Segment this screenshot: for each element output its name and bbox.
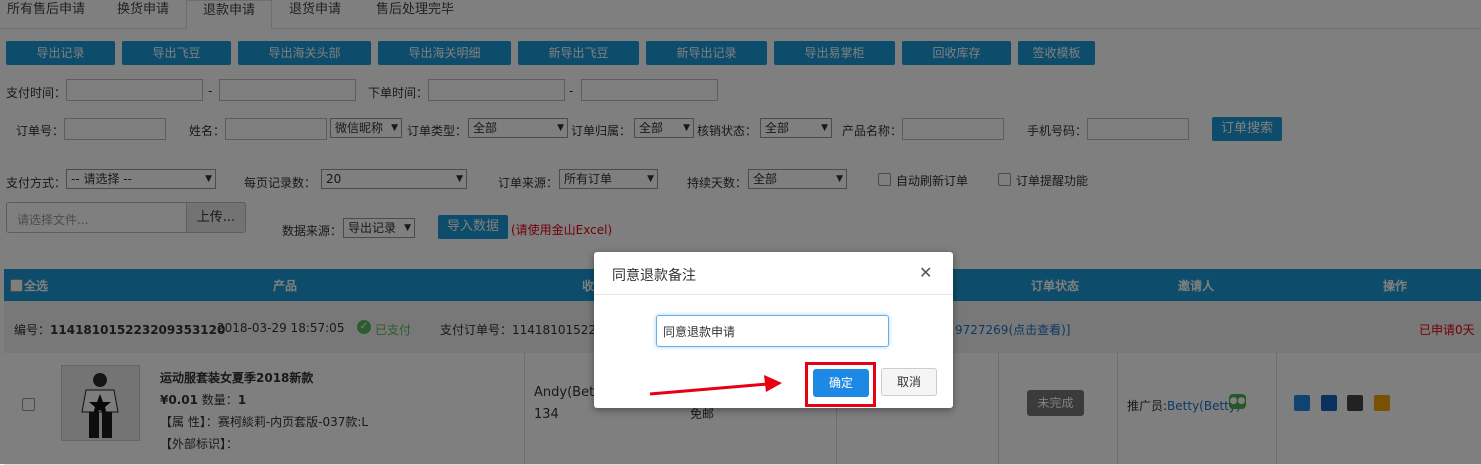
dialog-title: 同意退款备注 <box>612 268 696 284</box>
close-icon[interactable]: ✕ <box>919 263 932 282</box>
cancel-button[interactable]: 取消 <box>881 368 937 396</box>
annotation-arrow-icon <box>649 375 782 396</box>
confirm-button[interactable]: 确定 <box>813 369 869 397</box>
refund-remark-input[interactable]: 同意退款申请 <box>656 315 889 347</box>
